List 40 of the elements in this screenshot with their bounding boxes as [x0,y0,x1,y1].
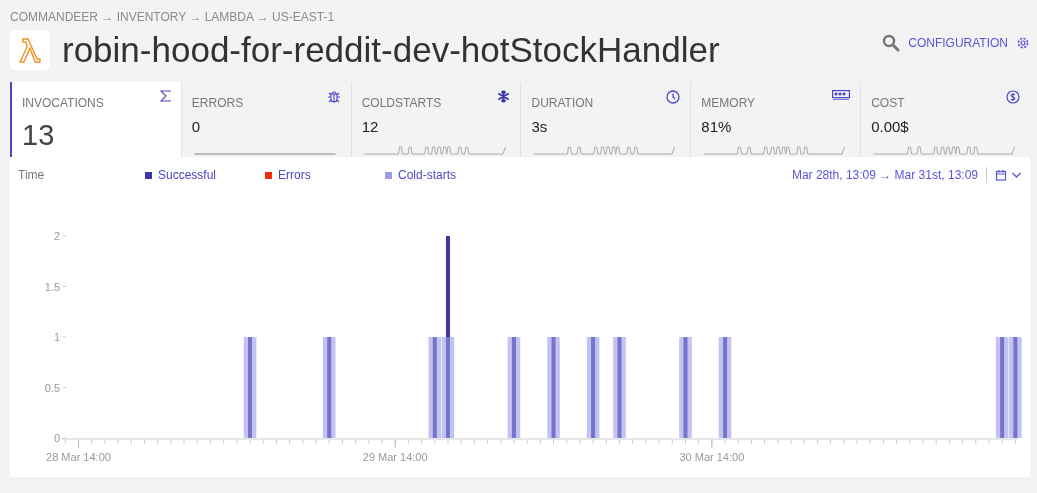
dollar-coin-icon [1005,90,1020,104]
y-axis-label: 0 [53,432,60,444]
metric-value: 3s [531,117,549,137]
metric-label: ERRORS [191,95,244,112]
calendar-icon[interactable] [995,169,1007,181]
function-title: robin-hood-for-reddit-dev-hotStockHandler [62,30,720,70]
settings-icon[interactable] [1016,36,1030,50]
metric-label: COLDSTARTS [361,95,442,112]
date-range-link[interactable]: Mar 28th, 13:09 → Mar 31st, 13:09 [791,166,978,184]
time-label: Time [18,167,46,184]
y-axis-label: 1 [53,331,60,343]
legend-label: Successful [158,167,217,184]
snowflake-icon [497,90,511,103]
search-icon[interactable] [882,34,901,52]
breadcrumb: COMMANDEER → INVENTORY → LAMBDA → US-EAST-1 [10,9,336,26]
bug-icon [326,90,341,104]
legend-label: Cold-starts [398,167,456,184]
chevron-down-icon[interactable] [1011,171,1022,179]
memory-chip-icon [832,90,851,100]
metric-label: INVOCATIONS [22,95,104,112]
x-axis-label: 28 Mar 14:00 [46,451,111,463]
x-axis-label: 29 Mar 14:00 [362,451,428,463]
x-axis-label: 30 Mar 14:00 [679,451,745,463]
metric-value: 0 [191,117,202,137]
metric-value: 0.00$ [871,117,910,137]
configuration-link[interactable]: CONFIGURATION [908,34,1008,52]
metric-value: 81% [701,117,733,137]
metric-value: 12 [361,117,380,137]
clock-icon [666,90,681,104]
y-axis-label: 0.5 [44,381,60,394]
metric-label: MEMORY [701,95,756,112]
metric-value: 13 [22,118,56,153]
legend-label: Errors [278,167,311,184]
lambda-icon [18,37,42,63]
y-axis-label: 1.5 [44,280,60,293]
metric-label: COST [871,95,905,112]
sigma-icon [159,90,171,102]
metric-tab[interactable]: INVOCATIONS 13 [10,82,181,157]
metric-label: DURATION [531,95,594,112]
y-axis-label: 2 [53,230,60,242]
